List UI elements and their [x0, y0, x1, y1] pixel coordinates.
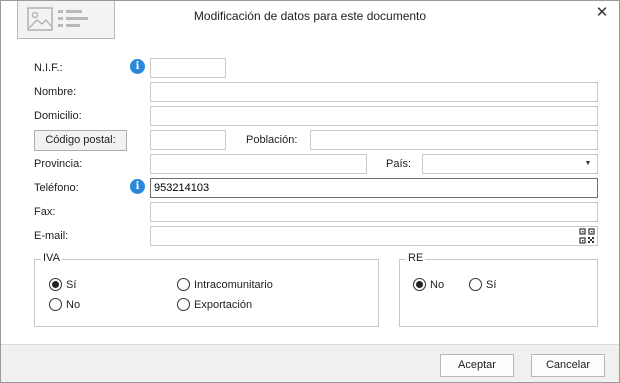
- iva-radio-no[interactable]: [49, 298, 62, 311]
- iva-group-title: IVA: [41, 252, 62, 264]
- nif-label: N.I.F.:: [34, 62, 63, 74]
- re-group-title: RE: [406, 252, 426, 264]
- poblacion-label: Población:: [246, 134, 298, 146]
- iva-option-intracomunitario-label: Intracomunitario: [194, 279, 273, 291]
- chevron-down-icon[interactable]: ▼: [581, 155, 595, 173]
- info-icon[interactable]: i: [130, 59, 145, 74]
- email-label: E-mail:: [34, 230, 69, 242]
- info-icon[interactable]: i: [130, 179, 145, 194]
- email-input[interactable]: [150, 226, 598, 246]
- domicilio-label: Domicilio:: [34, 110, 82, 122]
- iva-option-no-label: No: [66, 299, 81, 311]
- poblacion-input[interactable]: [310, 130, 598, 150]
- close-icon[interactable]: ✕: [591, 3, 613, 23]
- provincia-input[interactable]: [150, 154, 367, 174]
- dialog-window: Modificación de datos para este document…: [0, 0, 620, 383]
- re-option-si-label: Sí: [486, 279, 497, 291]
- cancel-button[interactable]: Cancelar: [531, 354, 605, 377]
- fax-input[interactable]: [150, 202, 598, 222]
- re-radio-si[interactable]: [469, 278, 482, 291]
- iva-option-si-label: Sí: [66, 279, 77, 291]
- nombre-input[interactable]: [150, 82, 598, 102]
- re-group: [399, 259, 598, 327]
- pais-label: País:: [386, 158, 412, 170]
- fax-label: Fax:: [34, 206, 56, 218]
- telefono-label: Teléfono:: [34, 182, 79, 194]
- accept-button[interactable]: Aceptar: [440, 354, 514, 377]
- re-option-no-label: No: [430, 279, 445, 291]
- iva-radio-exportacion[interactable]: [177, 298, 190, 311]
- domicilio-input[interactable]: [150, 106, 598, 126]
- codigo-postal-input[interactable]: [150, 130, 226, 150]
- dialog-title: Modificación de datos para este document…: [193, 9, 427, 23]
- telefono-input[interactable]: [150, 178, 598, 198]
- codigo-postal-button[interactable]: Código postal:: [34, 130, 127, 151]
- nif-input[interactable]: [150, 58, 226, 78]
- iva-group: [34, 259, 379, 327]
- re-radio-no[interactable]: [413, 278, 426, 291]
- iva-radio-intracomunitario[interactable]: [177, 278, 190, 291]
- dialog-footer: Aceptar Cancelar: [1, 344, 619, 382]
- iva-radio-si[interactable]: [49, 278, 62, 291]
- qr-code-icon[interactable]: [579, 228, 595, 244]
- nombre-label: Nombre:: [34, 86, 77, 98]
- provincia-label: Provincia:: [34, 158, 83, 170]
- pais-select[interactable]: ▼: [422, 154, 598, 174]
- iva-option-exportacion-label: Exportación: [194, 299, 253, 311]
